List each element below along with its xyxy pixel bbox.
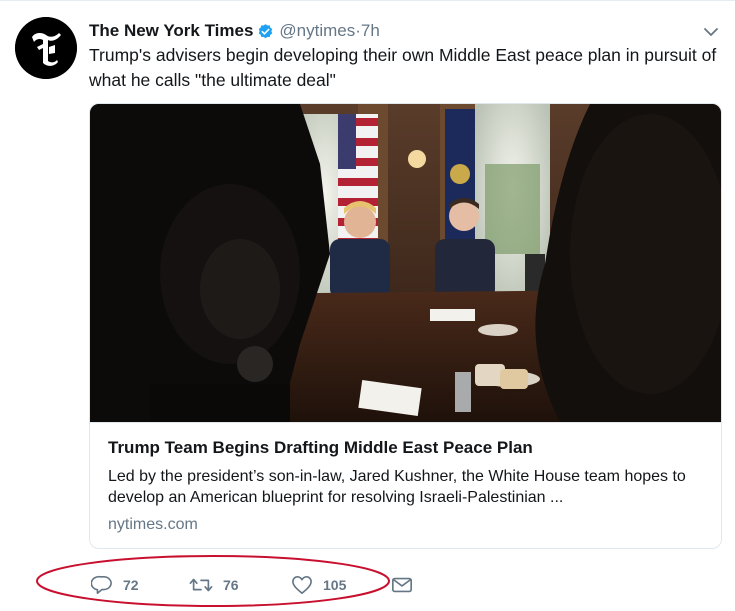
card-domain: nytimes.com [108,516,198,533]
verified-badge-icon [257,23,274,40]
chevron-down-icon[interactable] [703,26,719,38]
author-name[interactable]: The New York Times [89,21,253,41]
divider [0,0,735,1]
author-handle[interactable]: @nytimes [279,21,355,41]
red-annotation-ellipse [34,553,392,609]
tweet[interactable]: The New York Times @nytimes ·7h Trump's … [0,0,735,611]
card-body: Trump Team Begins Drafting Middle East P… [90,422,721,548]
tweet-header: The New York Times @nytimes ·7h [89,20,380,42]
card-title[interactable]: Trump Team Begins Drafting Middle East P… [108,438,708,458]
envelope-icon [392,577,412,593]
card-image [90,104,721,422]
avatar[interactable] [15,17,77,79]
direct-message-button[interactable] [391,572,413,598]
tweet-text: Trump's advisers begin developing their … [89,45,717,90]
card-description: Led by the president’s son-in-law, Jared… [108,468,686,506]
link-card[interactable]: Trump Team Begins Drafting Middle East P… [89,103,722,549]
nyt-logo-icon [15,17,77,79]
timestamp[interactable]: ·7h [355,21,380,41]
